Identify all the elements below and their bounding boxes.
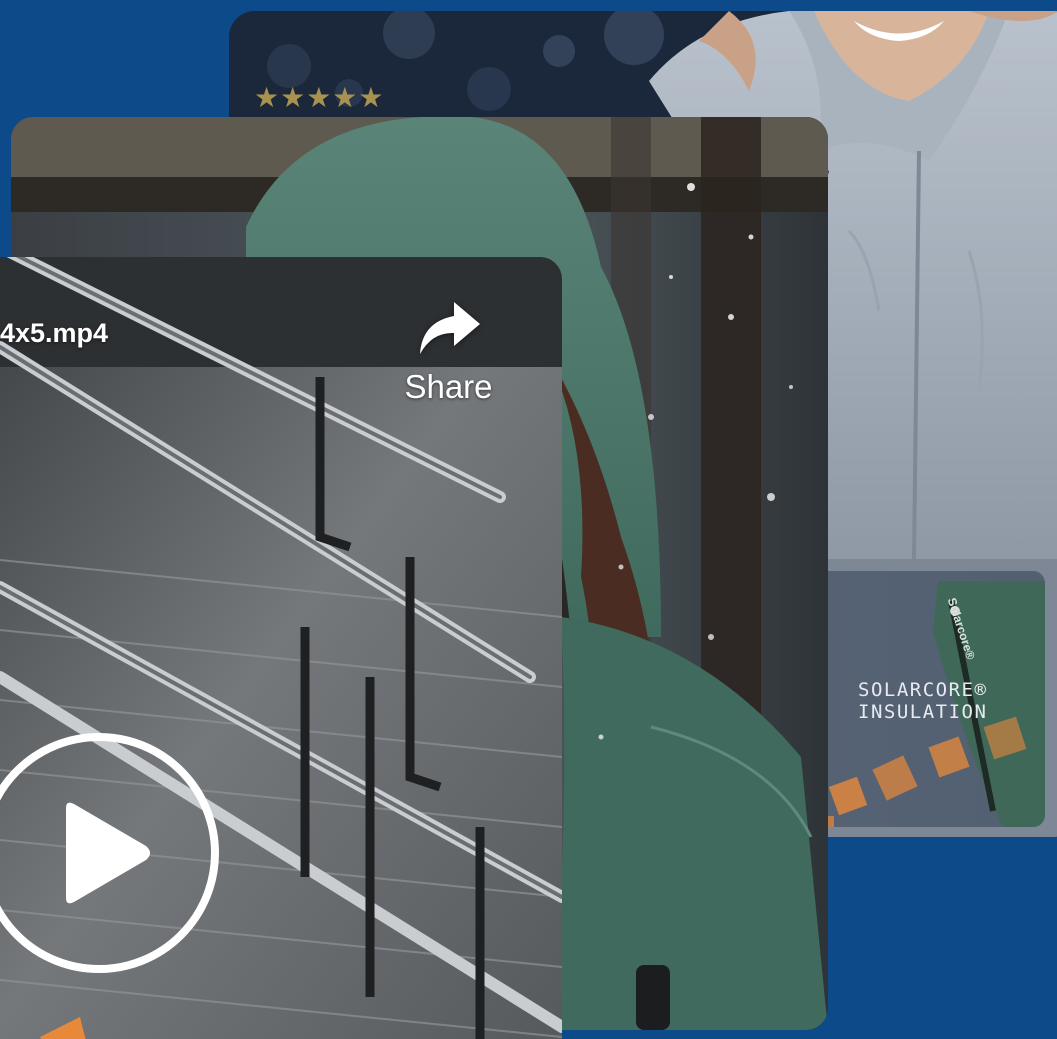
share-label: Share bbox=[404, 368, 493, 405]
insulation-label: SOLARCORE® INSULATION bbox=[858, 679, 988, 723]
video-filename: 4x5.mp4 bbox=[0, 318, 109, 348]
rating-stars: ★★★★★ bbox=[254, 81, 385, 114]
share-arrow-icon bbox=[419, 302, 480, 354]
ad-collage: ★★★★★ Solarcore® SOLARCORE® INSULATION 4… bbox=[0, 0, 1057, 1039]
play-icon bbox=[0, 733, 219, 973]
play-button[interactable] bbox=[0, 728, 224, 978]
share-button[interactable]: Share bbox=[386, 296, 511, 436]
